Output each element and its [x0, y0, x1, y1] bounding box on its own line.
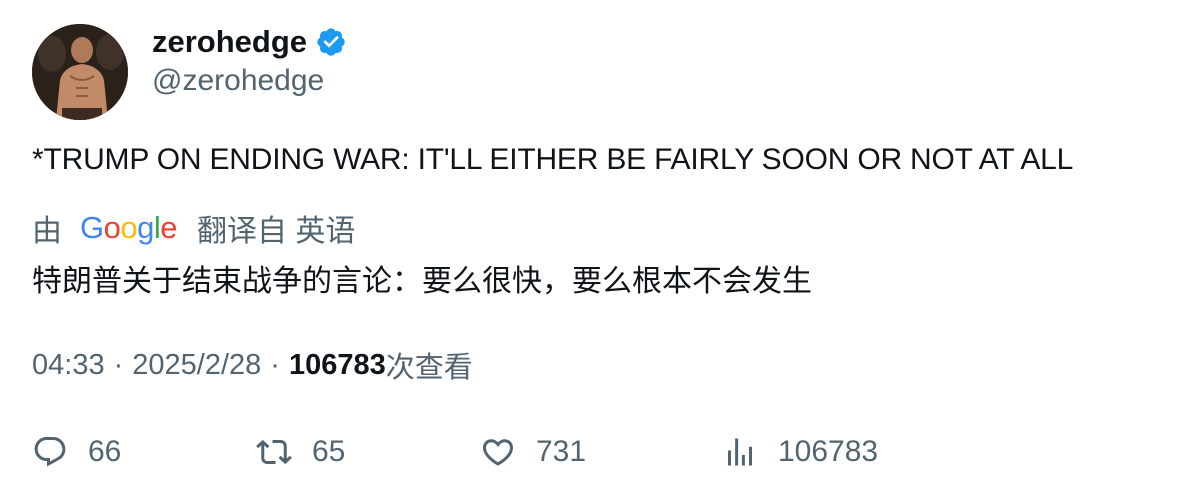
google-logo: Google: [80, 210, 178, 245]
author-name-row: zerohedge: [152, 22, 347, 62]
meta-separator: ·: [113, 348, 124, 381]
avatar[interactable]: [32, 24, 128, 120]
translated-tweet-text: 特朗普关于结束战争的言论：要么很快，要么根本不会发生: [32, 265, 812, 298]
like-count: 731: [536, 435, 587, 468]
translation-prefix: 由: [32, 215, 62, 248]
retweet-count: 65: [312, 435, 346, 468]
meta-separator: ·: [270, 348, 280, 381]
retweet-button[interactable]: 65: [256, 430, 345, 474]
tweet-meta: 04:33 · 2025/2/28 · 106783 次查看: [32, 345, 473, 385]
tweet-date[interactable]: 2025/2/28: [132, 349, 261, 382]
retweet-icon: [256, 434, 292, 470]
translation-source-language: 翻译自 英语: [197, 215, 356, 248]
tweet-time[interactable]: 04:33: [32, 349, 105, 382]
views-count: 106783: [288, 348, 386, 381]
reply-button[interactable]: 66: [32, 430, 121, 474]
analytics-button[interactable]: 106783: [722, 430, 878, 474]
translation-attribution[interactable]: 由 Google 翻译自 英语: [32, 208, 355, 248]
avatar-image: [32, 24, 128, 120]
tweet-text: *TRUMP ON ENDING WAR: IT'LL EITHER BE FA…: [32, 143, 1074, 176]
views-label: 次查看: [385, 352, 473, 384]
views-action-count: 106783: [778, 435, 879, 468]
reply-icon: [32, 434, 68, 470]
reply-count: 66: [88, 435, 122, 468]
verified-badge-icon[interactable]: [315, 26, 347, 58]
analytics-icon: [722, 434, 758, 470]
heart-icon: [480, 434, 516, 470]
display-name[interactable]: zerohedge: [152, 24, 307, 60]
author-handle[interactable]: @zerohedge: [152, 64, 324, 98]
like-button[interactable]: 731: [480, 430, 586, 474]
